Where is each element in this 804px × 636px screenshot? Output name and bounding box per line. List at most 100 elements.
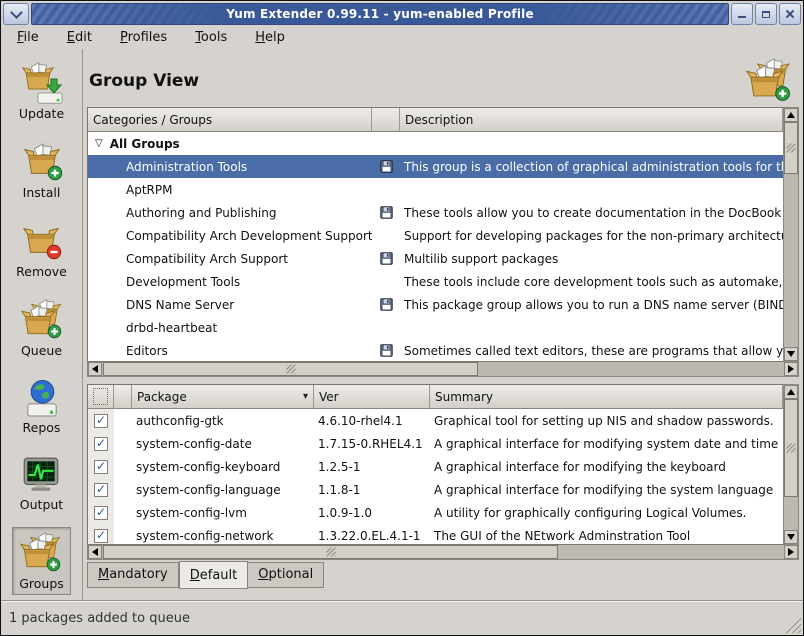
column-description[interactable]: Description [400, 108, 783, 132]
resize-grip-icon[interactable] [785, 617, 801, 633]
package-version: 1.1.8-1 [314, 483, 430, 497]
scroll-down-button[interactable] [784, 530, 798, 544]
scroll-trough[interactable] [102, 362, 784, 376]
menu-help[interactable]: Help [245, 28, 295, 47]
output-icon [20, 454, 62, 496]
package-checkbox[interactable] [94, 437, 108, 451]
window-menu-button[interactable] [3, 3, 29, 25]
scroll-thumb[interactable] [103, 545, 558, 559]
group-table-rows: All Groups Administration [88, 132, 783, 361]
package-checkbox[interactable] [94, 506, 108, 520]
menu-file[interactable]: File [7, 28, 49, 47]
floppy-icon [380, 344, 393, 357]
package-version: 1.3.22.0.EL.4.1-1 [314, 529, 430, 543]
scroll-trough[interactable] [102, 545, 784, 559]
scroll-thumb[interactable] [784, 399, 798, 497]
column-group-icon[interactable] [372, 108, 400, 132]
group-label: Compatibility Arch Development Support [126, 229, 372, 243]
scroll-right-button[interactable] [784, 362, 798, 376]
scroll-left-button[interactable] [88, 545, 102, 559]
package-checkbox[interactable] [94, 529, 108, 543]
close-button[interactable] [779, 3, 801, 25]
package-summary: The GUI of the NEtwork Adminstration Too… [430, 529, 783, 543]
check-icon [96, 414, 106, 426]
floppy-icon [380, 252, 393, 265]
group-row[interactable]: Authoring and Publishing These tools all… [88, 201, 783, 224]
group-row[interactable]: drbd-heartbeat [88, 316, 783, 339]
scroll-down-button[interactable] [784, 347, 798, 361]
tab-default[interactable]: Default [179, 561, 249, 589]
groups-icon [19, 531, 63, 575]
check-icon [96, 460, 106, 472]
group-row[interactable]: AptRPM [88, 178, 783, 201]
package-name: system-config-lvm [132, 506, 314, 520]
column-ver[interactable]: Ver [314, 385, 430, 409]
package-table: Package Ver Summary [87, 384, 783, 545]
scroll-thumb[interactable] [103, 362, 478, 376]
sidebar-item-output[interactable]: Output [13, 450, 70, 516]
group-description: This group is a collection of graphical … [400, 160, 783, 174]
category-tabs: Mandatory Default Optional [87, 562, 799, 592]
check-icon [96, 506, 106, 518]
package-row[interactable]: system-config-language 1.1.8-1 A graphic… [88, 478, 783, 501]
group-vertical-scrollbar[interactable] [783, 107, 799, 362]
scroll-left-button[interactable] [88, 362, 102, 376]
check-icon [96, 483, 106, 495]
package-checkbox[interactable] [94, 483, 108, 497]
scroll-trough[interactable] [784, 399, 798, 530]
group-row[interactable]: Administration Tools This group is a col… [88, 155, 783, 178]
column-categories-groups[interactable]: Categories / Groups [88, 108, 372, 132]
group-table-panel: Categories / Groups Description All Grou… [87, 107, 799, 377]
group-row[interactable]: Compatibility Arch Development Support S… [88, 224, 783, 247]
package-row[interactable]: system-config-network 1.3.22.0.EL.4.1-1 … [88, 524, 783, 544]
package-row[interactable]: system-config-date 1.7.15-0.RHEL4.1 A gr… [88, 432, 783, 455]
tab-optional[interactable]: Optional [248, 562, 324, 588]
column-summary[interactable]: Summary [430, 385, 783, 409]
group-row[interactable]: Editors Sometimes called text editors, t… [88, 339, 783, 361]
column-select[interactable] [88, 385, 114, 409]
package-vertical-scrollbar[interactable] [783, 384, 799, 545]
titlebar[interactable]: Yum Extender 0.99.11 - yum-enabled Profi… [3, 3, 801, 25]
menu-tools[interactable]: Tools [185, 28, 237, 47]
tab-mandatory[interactable]: Mandatory [87, 562, 179, 588]
menu-profiles[interactable]: Profiles [110, 28, 177, 47]
package-checkbox[interactable] [94, 414, 108, 428]
package-table-rows: authconfig-gtk 4.6.10-rhel4.1 Graphical … [88, 409, 783, 544]
package-row[interactable]: system-config-lvm 1.0.9-1.0 A utility fo… [88, 501, 783, 524]
package-horizontal-scrollbar[interactable] [87, 545, 799, 560]
floppy-icon [380, 206, 393, 219]
group-horizontal-scrollbar[interactable] [87, 362, 799, 377]
package-name: system-config-keyboard [132, 460, 314, 474]
column-flag[interactable] [114, 385, 132, 409]
sidebar-item-remove[interactable]: Remove [9, 215, 74, 283]
group-row[interactable]: All Groups [88, 132, 783, 155]
group-row[interactable]: Compatibility Arch Support Multilib supp… [88, 247, 783, 270]
scroll-right-button[interactable] [784, 545, 798, 559]
down-arrow-icon [787, 534, 795, 540]
sidebar-item-install[interactable]: Install [13, 136, 71, 204]
maximize-button[interactable] [755, 3, 777, 25]
scroll-trough[interactable] [784, 122, 798, 347]
menu-edit[interactable]: Edit [57, 28, 102, 47]
scroll-thumb[interactable] [784, 122, 798, 174]
sidebar: Update Install Remove [1, 49, 83, 600]
floppy-icon [380, 160, 393, 173]
scroll-up-button[interactable] [784, 385, 798, 399]
package-checkbox[interactable] [94, 460, 108, 474]
group-row[interactable]: DNS Name Server This package group allow… [88, 293, 783, 316]
sidebar-item-groups[interactable]: Groups [12, 527, 71, 595]
check-icon [96, 437, 106, 449]
group-row[interactable]: Development Tools These tools include co… [88, 270, 783, 293]
expander-icon[interactable] [95, 139, 103, 149]
sidebar-item-queue[interactable]: Queue [13, 294, 71, 362]
scroll-up-button[interactable] [784, 108, 798, 122]
package-row[interactable]: authconfig-gtk 4.6.10-rhel4.1 Graphical … [88, 409, 783, 432]
group-description: This package group allows you to run a D… [400, 298, 783, 312]
group-label: drbd-heartbeat [126, 321, 217, 335]
column-package[interactable]: Package [132, 385, 314, 409]
package-row[interactable]: system-config-keyboard 1.2.5-1 A graphic… [88, 455, 783, 478]
package-table-panel: Package Ver Summary [87, 384, 799, 560]
sidebar-item-repos[interactable]: Repos [14, 373, 70, 439]
sidebar-item-update[interactable]: Update [12, 57, 71, 125]
minimize-button[interactable] [731, 3, 753, 25]
